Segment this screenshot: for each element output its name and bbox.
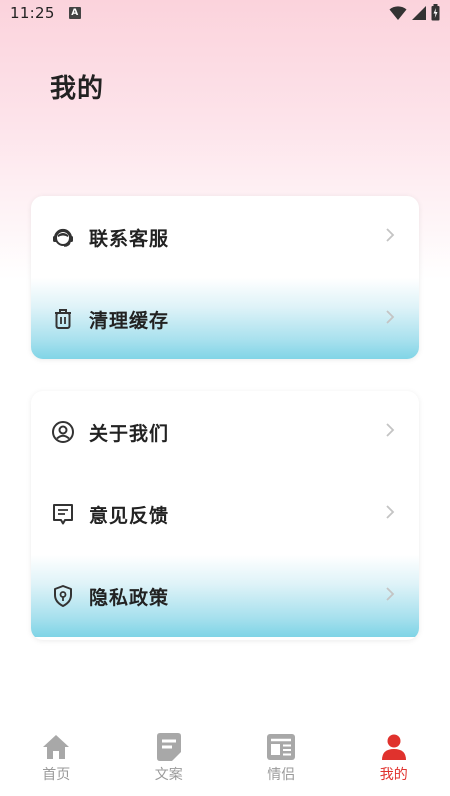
person-icon — [378, 732, 410, 762]
tab-label: 我的 — [379, 767, 408, 783]
news-icon — [265, 732, 297, 762]
menu-item-label: 清理缓存 — [89, 309, 170, 332]
tab-label: 文案 — [154, 767, 183, 783]
shield-icon — [51, 584, 75, 608]
wifi-icon — [389, 5, 407, 20]
page-title: 我的 — [50, 74, 105, 104]
status-icons — [389, 4, 440, 21]
chevron-right-icon — [385, 309, 395, 329]
status-bar: 11:25 A — [0, 0, 450, 26]
tab-label: 情侣 — [267, 767, 296, 783]
tab-couple[interactable]: 情侣 — [225, 730, 338, 796]
headset-icon — [51, 225, 75, 249]
tab-home[interactable]: 首页 — [0, 730, 113, 796]
chevron-right-icon — [385, 227, 395, 247]
menu-item-label: 隐私政策 — [89, 586, 170, 609]
menu-item-feedback[interactable]: 意见反馈 — [31, 473, 419, 555]
feedback-icon — [51, 502, 75, 526]
tab-copywriting[interactable]: 文案 — [113, 730, 226, 796]
tab-label: 首页 — [42, 767, 71, 783]
menu-item-contact-service[interactable]: 联系客服 — [31, 196, 419, 278]
signal-icon — [412, 5, 426, 20]
menu-item-label: 意见反馈 — [89, 504, 170, 527]
menu-item-clear-cache[interactable]: 清理缓存 — [31, 278, 419, 359]
battery-icon — [431, 4, 440, 21]
menu-item-label: 联系客服 — [89, 227, 170, 250]
bottom-tab-bar: 首页 文案 情侣 我的 — [0, 730, 450, 796]
chevron-right-icon — [385, 422, 395, 442]
service-card: 联系客服 清理缓存 — [31, 196, 419, 359]
menu-item-privacy-policy[interactable]: 隐私政策 — [31, 555, 419, 637]
chevron-right-icon — [385, 586, 395, 606]
user-circle-icon — [51, 420, 75, 444]
menu-item-label: 关于我们 — [89, 422, 170, 445]
status-time: 11:25 — [10, 4, 55, 22]
tab-mine[interactable]: 我的 — [338, 730, 450, 796]
home-icon — [40, 732, 72, 762]
chevron-right-icon — [385, 504, 395, 524]
info-card: 关于我们 意见反馈 隐私政策 — [31, 391, 419, 640]
notification-badge: A — [68, 7, 81, 19]
menu-item-about-us[interactable]: 关于我们 — [31, 391, 419, 473]
document-icon — [153, 732, 185, 762]
trash-icon — [51, 307, 75, 331]
